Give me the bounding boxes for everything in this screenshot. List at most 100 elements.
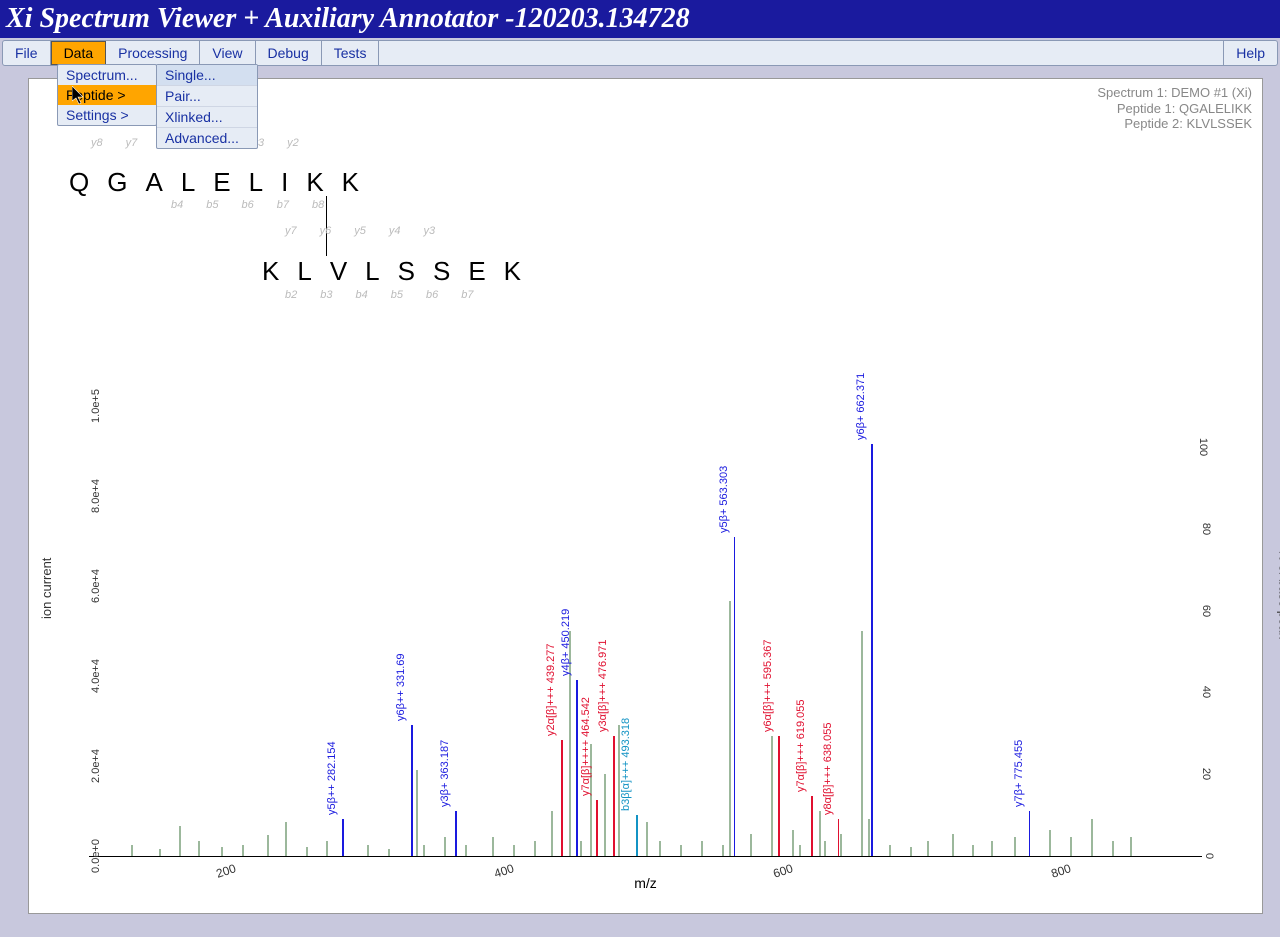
- annotated-peak[interactable]: [636, 815, 638, 856]
- residue: I: [281, 167, 288, 198]
- window-title: Xi Spectrum Viewer + Auxiliary Annotator…: [6, 3, 690, 35]
- residue: L: [181, 167, 195, 198]
- annotated-peak[interactable]: [811, 796, 813, 856]
- background-peak: [367, 845, 369, 856]
- frag-label: b4: [171, 199, 183, 211]
- background-peak: [952, 834, 954, 857]
- residue: V: [330, 256, 347, 287]
- y-tick-right: 40: [1200, 686, 1212, 698]
- residue: L: [297, 256, 311, 287]
- background-peak: [771, 736, 773, 856]
- background-peak: [1091, 819, 1093, 857]
- peak-label: y7α[β]++++ 464.542: [580, 697, 592, 796]
- frag-label: b5: [391, 289, 403, 301]
- background-peak: [840, 834, 842, 857]
- info-peptide2: Peptide 2: KLVLSSEK: [1097, 116, 1252, 132]
- frag-label: b7: [277, 199, 289, 211]
- background-peak: [534, 841, 536, 856]
- frag-label: b4: [356, 289, 368, 301]
- annotated-peak[interactable]: [576, 680, 578, 856]
- menu-data[interactable]: Data: [51, 41, 107, 65]
- y-tick-right: 100: [1197, 438, 1209, 456]
- menu-tests[interactable]: Tests: [322, 41, 380, 65]
- y-axis-left-label: ion current: [39, 558, 54, 619]
- menu-processing[interactable]: Processing: [106, 41, 200, 65]
- annotated-peak[interactable]: [561, 740, 563, 856]
- x-tick: 800: [1049, 861, 1072, 881]
- annotated-peak[interactable]: [871, 444, 873, 857]
- peak-label: y6α[β]+++ 595.367: [762, 639, 774, 732]
- background-peak: [198, 841, 200, 856]
- peak-label: y4β+ 450.219: [560, 609, 572, 676]
- background-peak: [750, 834, 752, 857]
- submenu-pair[interactable]: Pair...: [157, 85, 257, 106]
- background-peak: [680, 845, 682, 856]
- peak-label: y3α[β]+++ 476.971: [597, 639, 609, 732]
- sequence-bottom: KLVLSSEK: [262, 256, 521, 287]
- x-tick: 400: [493, 861, 516, 881]
- background-peak: [221, 847, 223, 856]
- frag-label: y7: [285, 225, 297, 237]
- submenu-xlinked[interactable]: Xlinked...: [157, 106, 257, 127]
- peak-label: y6β+ 662.371: [855, 372, 867, 439]
- y-tick-left: 0.0e+0: [90, 839, 102, 873]
- frag-labels-bottom-b: b2b3b4b5b6b7: [285, 289, 474, 301]
- background-peak: [792, 830, 794, 856]
- background-peak: [492, 837, 494, 856]
- menu-debug[interactable]: Debug: [256, 41, 322, 65]
- sequence-top: QGALELIKK: [69, 167, 521, 198]
- peak-label: b3β[α]+++ 493.318: [620, 718, 632, 811]
- frag-label: b6: [426, 289, 438, 301]
- annotated-peak[interactable]: [734, 537, 736, 856]
- menu-view[interactable]: View: [200, 41, 255, 65]
- menu-help[interactable]: Help: [1223, 41, 1277, 65]
- y-tick-right: 80: [1200, 523, 1212, 535]
- y-tick-left: 6.0e+4: [90, 569, 102, 603]
- peak-label: y3β+ 363.187: [439, 740, 451, 807]
- annotated-peak[interactable]: [838, 819, 840, 857]
- annotated-peak[interactable]: [778, 736, 780, 856]
- residue: E: [468, 256, 485, 287]
- annotated-peak[interactable]: [455, 811, 457, 856]
- annotated-peak[interactable]: [596, 800, 598, 856]
- submenu-single[interactable]: Single...: [157, 65, 257, 85]
- info-spectrum: Spectrum 1: DEMO #1 (Xi): [1097, 85, 1252, 101]
- y-tick-right: 0: [1203, 853, 1215, 859]
- background-peak: [972, 845, 974, 856]
- peak-label: y6β++ 331.69: [395, 653, 407, 721]
- residue: K: [306, 167, 323, 198]
- spectrum-plot[interactable]: y5β++ 282.154y6β++ 331.69y3β+ 363.187y2α…: [89, 407, 1202, 857]
- background-peak: [513, 845, 515, 856]
- submenu-settings[interactable]: Settings >: [58, 105, 156, 125]
- background-peak: [910, 847, 912, 856]
- frag-labels-top-b: b4b5b6b7b8: [171, 199, 324, 211]
- peak-label: y5β++ 282.154: [326, 741, 338, 815]
- menu-file[interactable]: File: [3, 41, 51, 65]
- background-peak: [465, 845, 467, 856]
- peak-label: y8α[β]+++ 638.055: [822, 722, 834, 815]
- background-peak: [1130, 837, 1132, 856]
- y-tick-left: 1.0e+5: [90, 389, 102, 423]
- annotated-peak[interactable]: [613, 736, 615, 856]
- y-tick-left: 2.0e+4: [90, 749, 102, 783]
- submenu-peptide[interactable]: Peptide >: [58, 85, 156, 105]
- residue: E: [213, 167, 230, 198]
- spectrum-info: Spectrum 1: DEMO #1 (Xi) Peptide 1: QGAL…: [1097, 85, 1252, 132]
- annotated-peak[interactable]: [1029, 811, 1031, 856]
- background-peak: [580, 841, 582, 856]
- submenu-spectrum[interactable]: Spectrum...: [58, 65, 156, 85]
- background-peak: [659, 841, 661, 856]
- submenu-advanced[interactable]: Advanced...: [157, 127, 257, 148]
- background-peak: [267, 835, 269, 856]
- background-peak: [551, 811, 553, 856]
- annotated-peak[interactable]: [411, 725, 413, 856]
- background-peak: [701, 841, 703, 856]
- residue: S: [433, 256, 450, 287]
- peak-label: y5β+ 563.303: [718, 466, 730, 533]
- annotated-peak[interactable]: [342, 819, 344, 857]
- background-peak: [131, 845, 133, 856]
- residue: S: [398, 256, 415, 287]
- frag-label: b5: [206, 199, 218, 211]
- background-peak: [388, 849, 390, 857]
- frag-label: y5: [354, 225, 366, 237]
